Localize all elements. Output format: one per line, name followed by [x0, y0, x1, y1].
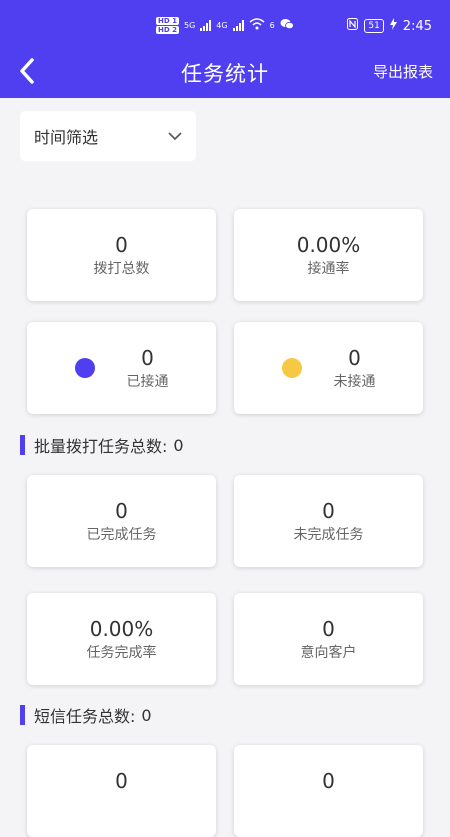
not-connected-label: 未接通: [333, 373, 376, 390]
sms-card-1-value: 0: [115, 769, 128, 793]
completed-tasks-value: 0: [115, 498, 128, 523]
intent-customers-card: 0 意向客户: [234, 593, 423, 685]
connected-label: 已接通: [126, 373, 169, 390]
section-accent-bar: [20, 705, 25, 725]
completed-tasks-card: 0 已完成任务: [27, 475, 216, 567]
network-4g-label: 4G: [216, 20, 228, 30]
network-5g-label: 5G: [183, 20, 196, 30]
wifi-6-label: 6: [269, 20, 275, 30]
clock-time: 2:45: [402, 18, 432, 34]
sms-section-header: 短信任务总数: 0: [20, 704, 152, 726]
hd2-badge: HD 2: [156, 25, 179, 34]
connect-rate-card: 0.00% 接通率: [234, 209, 423, 301]
connected-value: 0: [141, 345, 154, 370]
not-connected-card: 0 未接通: [234, 322, 423, 414]
sms-card-2-value: 0: [322, 769, 335, 793]
connected-card: 0 已接通: [27, 322, 216, 414]
intent-customers-value: 0: [322, 616, 335, 641]
connect-rate-label: 接通率: [307, 260, 350, 277]
section-accent-bar: [20, 435, 25, 455]
uncompleted-tasks-label: 未完成任务: [293, 526, 364, 543]
uncompleted-tasks-value: 0: [322, 498, 335, 523]
total-calls-label: 拨打总数: [93, 260, 150, 277]
sms-card-1: 0: [27, 745, 216, 837]
signal-bars-icon: [200, 19, 212, 31]
uncompleted-tasks-card: 0 未完成任务: [234, 475, 423, 567]
nfc-icon: [347, 18, 359, 34]
batch-section-header: 批量拨打任务总数: 0: [20, 434, 184, 456]
sms-section-title: 短信任务总数:: [34, 707, 136, 726]
not-connected-value: 0: [348, 345, 361, 370]
batch-section-count: 0: [173, 435, 184, 455]
wechat-icon: [280, 18, 294, 32]
wifi-icon: [249, 18, 265, 32]
completion-rate-card: 0.00% 任务完成率: [27, 593, 216, 685]
total-calls-card: 0 拨打总数: [27, 209, 216, 301]
battery-icon: 51: [364, 19, 384, 33]
status-right: 51 2:45: [347, 17, 432, 35]
time-filter-dropdown[interactable]: 时间筛选: [20, 111, 196, 161]
charging-icon: [389, 18, 397, 34]
time-filter-label: 时间筛选: [34, 128, 99, 147]
total-calls-value: 0: [115, 232, 128, 257]
status-bar: HD 1 HD 2 5G 4G 6 51 2:45: [0, 0, 450, 50]
completion-rate-label: 任务完成率: [86, 644, 157, 661]
sms-section-count: 0: [141, 705, 152, 725]
signal-indicators: HD 1 HD 2 5G 4G 6: [156, 14, 294, 36]
signal-bars-icon-2: [232, 19, 244, 31]
connect-rate-value: 0.00%: [296, 232, 361, 257]
sms-card-2: 0: [234, 745, 423, 837]
batch-section-title: 批量拨打任务总数:: [34, 437, 168, 456]
export-report-button[interactable]: 导出报表: [373, 61, 433, 82]
not-connected-dot-icon: [281, 358, 302, 378]
hd1-badge: HD 1: [156, 16, 179, 25]
app-header: HD 1 HD 2 5G 4G 6 51 2:45 任务统计 导出报表: [0, 0, 450, 98]
completion-rate-value: 0.00%: [89, 616, 154, 641]
intent-customers-label: 意向客户: [300, 644, 357, 661]
completed-tasks-label: 已完成任务: [86, 526, 157, 543]
connected-dot-icon: [74, 358, 95, 378]
hd-badges: HD 1 HD 2: [156, 16, 179, 34]
chevron-down-icon: [168, 131, 182, 140]
